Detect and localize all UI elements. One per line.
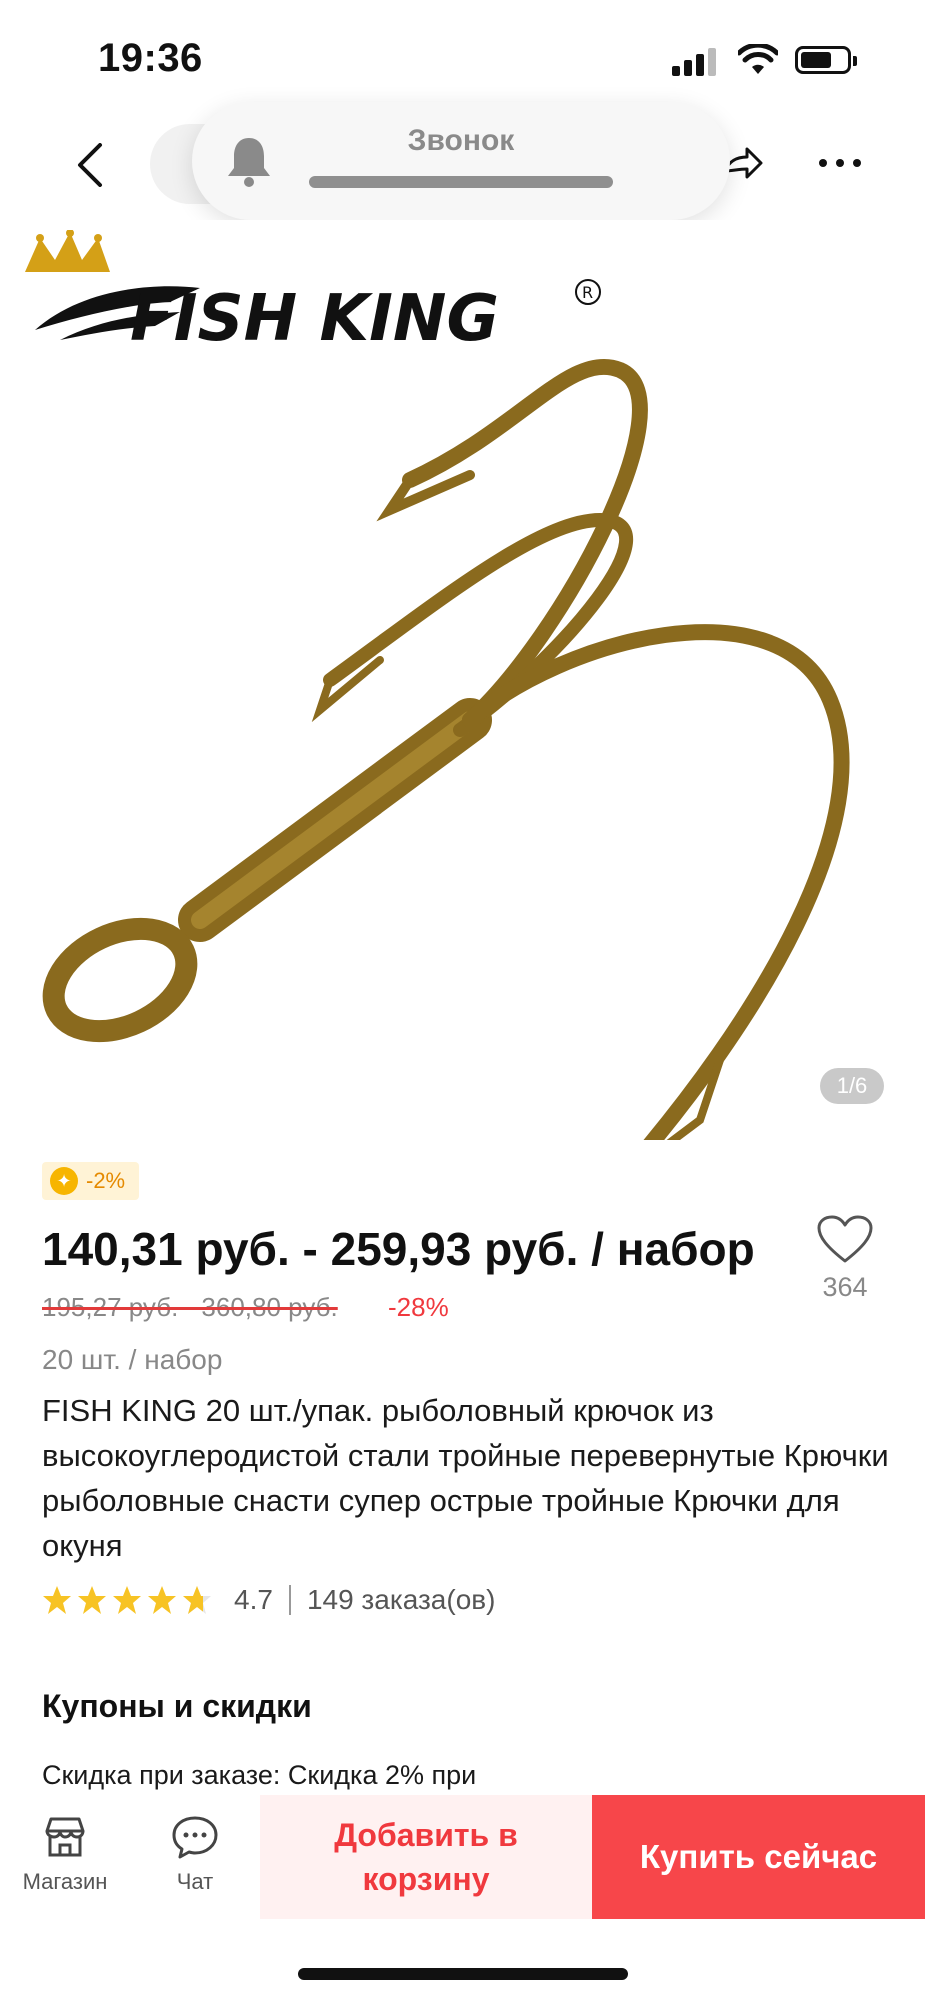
call-progress-bar bbox=[309, 176, 613, 188]
more-button[interactable] bbox=[810, 135, 870, 191]
chat-label: Чат bbox=[176, 1869, 214, 1894]
coupon-line[interactable]: Скидка при заказе: Скидка 2% при bbox=[42, 1760, 476, 1791]
call-label: Звонок bbox=[407, 124, 515, 157]
product-image-carousel[interactable]: FISH KING R 1/6 bbox=[0, 220, 925, 1140]
chat-button[interactable]: Чат bbox=[150, 1813, 240, 1913]
star-icon bbox=[148, 1586, 176, 1614]
store-icon bbox=[45, 1817, 85, 1857]
price-range: 140,31 руб. - 259,93 руб. / набор bbox=[42, 1223, 755, 1275]
coupons-section-title: Купоны и скидки bbox=[42, 1688, 312, 1724]
discount-percent: -28% bbox=[388, 1292, 449, 1322]
call-notification[interactable]: Звонок bbox=[192, 102, 730, 220]
back-button[interactable] bbox=[60, 130, 120, 200]
coin-discount-badge[interactable]: -2% bbox=[42, 1162, 140, 1200]
store-button[interactable]: Магазин bbox=[10, 1813, 120, 1913]
battery-icon bbox=[795, 46, 857, 74]
star-half-icon bbox=[183, 1586, 211, 1614]
heart-icon bbox=[817, 1215, 873, 1263]
star-icon bbox=[43, 1586, 71, 1614]
orders-count: 149 заказа(ов) bbox=[306, 1584, 496, 1615]
star-icon bbox=[113, 1586, 141, 1614]
cellular-signal-icon bbox=[672, 48, 720, 76]
store-label: Магазин bbox=[22, 1869, 108, 1894]
coin-icon bbox=[50, 1167, 78, 1195]
rating-row[interactable]: 4.7 149 заказа(ов) bbox=[42, 1580, 495, 1620]
image-counter: 1/6 bbox=[820, 1068, 884, 1104]
add-to-cart-label: Добавить в корзину bbox=[334, 1817, 518, 1897]
star-icon bbox=[78, 1586, 106, 1614]
old-price: 195,27 руб. - 360,80 руб. bbox=[42, 1292, 338, 1322]
buy-now-button[interactable]: Купить сейчас bbox=[592, 1795, 925, 1919]
more-icon bbox=[819, 159, 861, 167]
wishlist-button[interactable] bbox=[815, 1215, 875, 1270]
add-to-cart-button[interactable]: Добавить в корзину bbox=[260, 1795, 592, 1919]
product-title: FISH KING 20 шт./упак. рыболовный крючок… bbox=[42, 1393, 889, 1563]
status-time: 19:36 bbox=[98, 36, 203, 80]
bottom-action-bar: Магазин Чат Добавить в корзину Купить се… bbox=[0, 1795, 925, 1919]
rating-value: 4.7 bbox=[234, 1584, 273, 1615]
treble-hook-image bbox=[42, 358, 850, 1140]
wishlist-count: 364 bbox=[822, 1272, 868, 1302]
rating-stars bbox=[42, 1585, 212, 1615]
back-icon bbox=[78, 143, 102, 187]
home-indicator[interactable] bbox=[298, 1968, 628, 1980]
chat-icon bbox=[172, 1816, 218, 1859]
wifi-icon bbox=[738, 44, 778, 74]
coin-discount-text: -2% bbox=[86, 1168, 126, 1193]
pack-size: 20 шт. / набор bbox=[42, 1344, 223, 1375]
rating-divider bbox=[288, 1585, 291, 1615]
buy-now-label: Купить сейчас bbox=[639, 1838, 878, 1875]
